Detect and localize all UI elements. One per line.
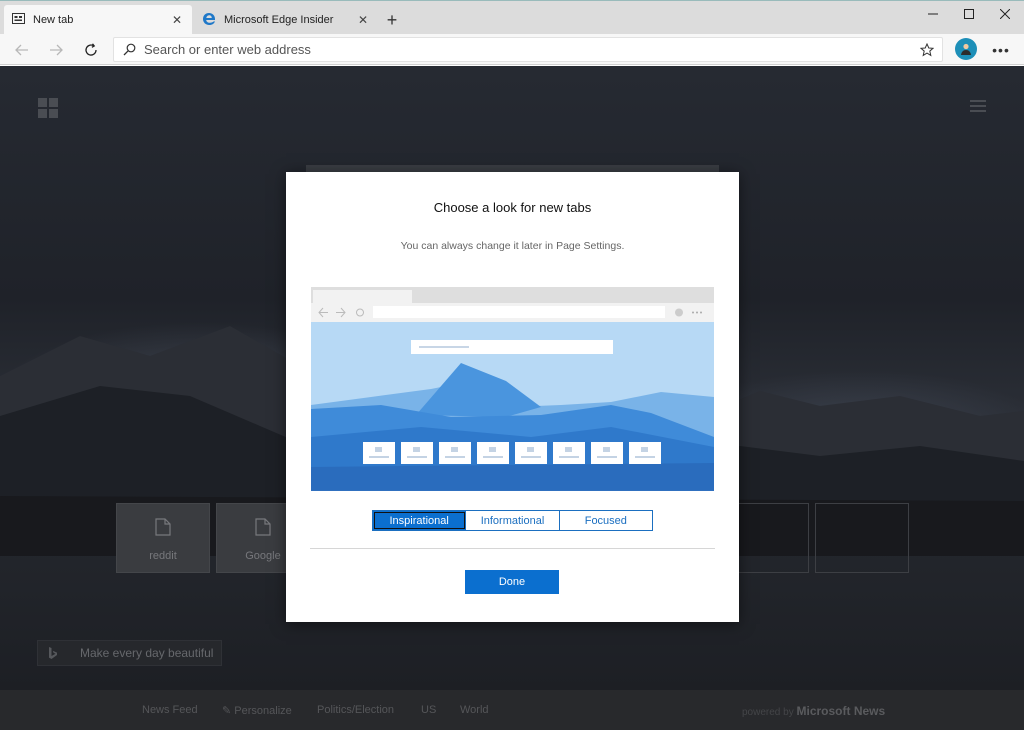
option-focused[interactable]: Focused [559, 511, 652, 530]
favorite-star-icon[interactable] [912, 42, 942, 57]
page-icon [155, 518, 171, 539]
quick-link-tile[interactable]: reddit [116, 503, 210, 573]
back-arrow-icon[interactable] [8, 37, 36, 62]
done-button[interactable]: Done [465, 570, 559, 594]
close-icon[interactable] [988, 1, 1022, 27]
news-link-politics[interactable]: Politics/Election [317, 704, 394, 716]
profile-avatar-icon[interactable] [955, 38, 977, 60]
maximize-icon[interactable] [952, 1, 986, 27]
search-icon [114, 43, 144, 56]
forward-arrow-icon[interactable] [42, 37, 70, 62]
page-icon [255, 518, 271, 539]
choose-look-dialog: Choose a look for new tabs You can alway… [286, 172, 739, 622]
layout-option-selector: Inspirational Informational Focused [372, 510, 653, 531]
news-link-us[interactable]: US [421, 704, 436, 716]
news-navigation-bar: News Feed ✎ Personalize Politics/Electio… [0, 690, 1024, 730]
newtab-page-icon [12, 13, 25, 27]
bing-logo-icon [38, 646, 68, 660]
preview-tiles [363, 442, 667, 464]
page-settings-menu-icon[interactable] [970, 100, 986, 112]
plus-icon[interactable]: + [380, 7, 404, 33]
powered-by-label: powered by Microsoft News [742, 704, 885, 718]
dialog-title: Choose a look for new tabs [433, 200, 592, 215]
address-input[interactable] [144, 42, 912, 57]
tab-close-icon[interactable]: ✕ [170, 13, 184, 27]
more-options-icon[interactable]: ••• [988, 37, 1014, 62]
address-bar[interactable] [113, 37, 943, 62]
minimize-icon[interactable] [916, 1, 950, 27]
tile-label: reddit [149, 550, 177, 562]
tab-microsoft-edge-insider[interactable]: Microsoft Edge Insider ✕ [194, 5, 378, 35]
tab-title: Microsoft Edge Insider [224, 14, 334, 26]
edge-logo-icon [202, 12, 216, 29]
option-informational[interactable]: Informational [466, 511, 560, 530]
tab-title: New tab [33, 14, 74, 26]
preview-search-box [411, 340, 613, 354]
news-link-personalize[interactable]: ✎ Personalize [222, 704, 292, 717]
apps-grid-icon[interactable] [38, 98, 58, 118]
refresh-icon[interactable] [77, 37, 105, 62]
news-link-label: Personalize [234, 705, 292, 717]
powered-by-prefix: powered by [742, 707, 794, 718]
news-link-news-feed[interactable]: News Feed [142, 704, 198, 716]
layout-preview-image [311, 287, 714, 491]
daily-caption-text: Make every day beautiful [80, 646, 214, 660]
news-link-world[interactable]: World [460, 704, 489, 716]
browser-toolbar: ••• [0, 34, 1024, 65]
empty-tile[interactable] [815, 503, 909, 573]
tab-strip: New tab ✕ Microsoft Edge Insider ✕ + [0, 0, 1024, 35]
option-inspirational[interactable]: Inspirational [373, 511, 467, 530]
dialog-divider [310, 548, 715, 549]
daily-image-caption[interactable]: Make every day beautiful [37, 640, 223, 666]
tab-close-icon[interactable]: ✕ [356, 13, 370, 27]
dialog-subtitle: You can always change it later in Page S… [400, 240, 625, 252]
tab-new-tab[interactable]: New tab ✕ [4, 5, 192, 35]
powered-by-brand: Microsoft News [796, 704, 886, 718]
